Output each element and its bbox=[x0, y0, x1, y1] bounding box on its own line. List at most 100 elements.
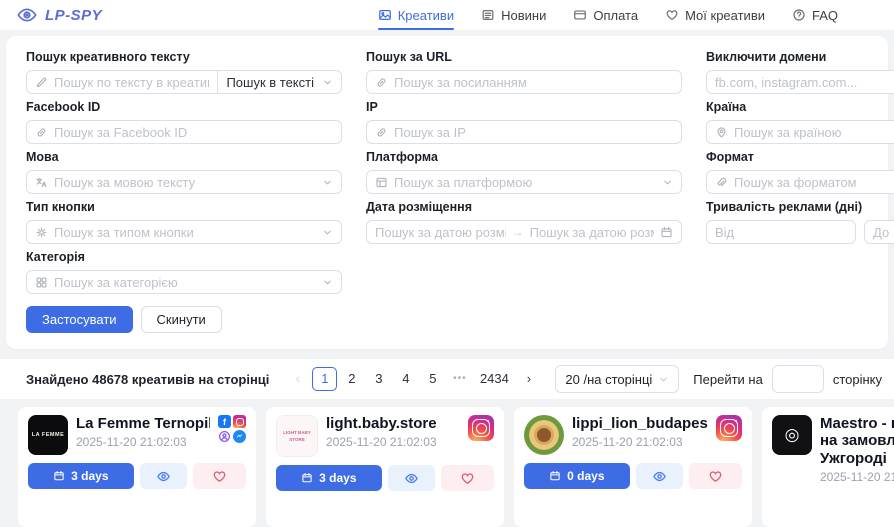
avatar bbox=[524, 415, 564, 455]
apply-button[interactable]: Застосувати bbox=[26, 306, 133, 333]
creative-text-input[interactable] bbox=[54, 75, 209, 90]
creative-card[interactable]: lippi_lion_budapest 2025-11-20 21:02:03 … bbox=[514, 407, 752, 527]
arrow-right-icon: → bbox=[512, 225, 524, 239]
creative-card[interactable]: LIGHT BABY STORE light.baby.store 2025-1… bbox=[266, 407, 504, 527]
goto-page-input[interactable] bbox=[772, 365, 824, 393]
creative-card[interactable]: ◎ Maestro - кухні, меблі на замовлення в… bbox=[762, 407, 894, 527]
field-category: Категорія Пошук за категорією bbox=[26, 250, 342, 294]
field-label: Пошук за URL bbox=[366, 50, 682, 64]
calendar-icon bbox=[549, 470, 561, 482]
views-button[interactable] bbox=[636, 463, 684, 489]
pagination-prev-icon[interactable]: ‹ bbox=[285, 367, 310, 391]
search-mode-value: Пошук в тексті bbox=[226, 75, 314, 90]
pagination-page-3[interactable]: 3 bbox=[366, 367, 391, 391]
duration-from-input[interactable] bbox=[715, 225, 847, 240]
results-count: Знайдено 48678 креативів на сторінці bbox=[26, 372, 269, 387]
field-url: Пошук за URL bbox=[366, 50, 682, 94]
field-button-type: Тип кнопки Пошук за типом кнопки bbox=[26, 200, 342, 244]
page-size-value: 20 /на сторінці bbox=[565, 372, 652, 387]
goto-prefix-label: Перейти на bbox=[693, 372, 763, 387]
favorite-button[interactable] bbox=[441, 465, 494, 491]
pagination-page-2[interactable]: 2 bbox=[339, 367, 364, 391]
pagination-next-icon[interactable]: › bbox=[516, 367, 541, 391]
days-button[interactable]: 3 days bbox=[276, 465, 382, 491]
pagination-page-5[interactable]: 5 bbox=[420, 367, 445, 391]
goto-suffix-label: сторінку bbox=[833, 372, 882, 387]
date-to-input[interactable] bbox=[530, 225, 654, 240]
select-placeholder: Пошук за країною bbox=[734, 125, 894, 140]
nav-label: Мої креативи bbox=[685, 8, 765, 23]
nav-faq[interactable]: FAQ bbox=[792, 0, 838, 30]
field-ip: IP bbox=[366, 100, 682, 144]
field-exclude-domains: Виключити домени bbox=[706, 50, 894, 94]
nav-creatives[interactable]: Креативи bbox=[378, 0, 454, 30]
favorite-button[interactable] bbox=[193, 463, 246, 489]
country-select[interactable]: Пошук за країною bbox=[706, 120, 894, 144]
nav-label: Новини bbox=[501, 8, 546, 23]
page-size-select[interactable]: 20 /на сторінці bbox=[555, 365, 679, 393]
duration-to-input[interactable] bbox=[873, 225, 894, 240]
field-label: Тривалість реклами (дні) bbox=[706, 200, 894, 214]
format-select[interactable]: Пошук за форматом bbox=[706, 170, 894, 194]
card-date: 2025-11-20 21:02:03 bbox=[572, 435, 708, 449]
eye-icon bbox=[156, 469, 171, 484]
select-placeholder: Пошук за типом кнопки bbox=[54, 225, 316, 240]
pagination-last-page[interactable]: 2434 bbox=[474, 367, 514, 391]
views-button[interactable] bbox=[388, 465, 436, 491]
goto-page: Перейти на сторінку bbox=[693, 365, 882, 393]
avatar: LA FEMME bbox=[28, 415, 68, 455]
field-placement-date: Дата розміщення → bbox=[366, 200, 682, 244]
field-platform: Платформа Пошук за платформою bbox=[366, 150, 682, 194]
language-select[interactable]: Пошук за мовою тексту bbox=[26, 170, 342, 194]
nav-my-creatives[interactable]: Мої креативи bbox=[665, 0, 765, 30]
views-button[interactable] bbox=[140, 463, 188, 489]
card-title: Maestro - кухні, меблі на замовлення в У… bbox=[820, 415, 894, 467]
creative-card[interactable]: LA FEMME La Femme Ternopil 2025-11-20 21… bbox=[18, 407, 256, 527]
main-nav: Креативи Новини Оплата Мої креативи FAQ bbox=[378, 0, 838, 30]
nav-label: Оплата bbox=[593, 8, 638, 23]
date-range-picker[interactable]: → bbox=[366, 220, 682, 244]
facebook-id-input[interactable] bbox=[54, 125, 333, 140]
date-from-input[interactable] bbox=[375, 225, 506, 240]
favorite-button[interactable] bbox=[689, 463, 742, 489]
nav-payment[interactable]: Оплата bbox=[573, 0, 638, 30]
category-grid-icon bbox=[35, 276, 48, 289]
facebook-icon bbox=[218, 415, 231, 428]
card-date: 2025-11-20 21:02:03 bbox=[76, 435, 210, 449]
pagination-page-1[interactable]: 1 bbox=[312, 367, 337, 391]
reset-button[interactable]: Скинути bbox=[141, 306, 222, 333]
nav-label: Креативи bbox=[398, 8, 454, 23]
button-type-select[interactable]: Пошук за типом кнопки bbox=[26, 220, 342, 244]
avatar: LIGHT BABY STORE bbox=[276, 415, 318, 457]
exclude-domains-input[interactable] bbox=[715, 75, 894, 90]
field-label: IP bbox=[366, 100, 682, 114]
credit-card-icon bbox=[573, 8, 587, 22]
field-label: Пошук креативного тексту bbox=[26, 50, 342, 64]
field-label: Категорія bbox=[26, 250, 342, 264]
avatar: ◎ bbox=[772, 415, 812, 455]
url-input[interactable] bbox=[394, 75, 673, 90]
eye-logo-icon bbox=[16, 4, 38, 26]
search-mode-select[interactable]: Пошук в тексті bbox=[217, 71, 341, 93]
link-icon bbox=[35, 126, 48, 139]
eye-icon bbox=[404, 471, 419, 486]
platform-select[interactable]: Пошук за платформою bbox=[366, 170, 682, 194]
app-logo[interactable]: LP-SPY bbox=[16, 4, 102, 26]
translate-icon bbox=[35, 176, 48, 189]
select-placeholder: Пошук за форматом bbox=[734, 175, 894, 190]
messenger-icon bbox=[233, 430, 246, 443]
calendar-icon bbox=[53, 470, 65, 482]
pagination-ellipsis[interactable]: ••• bbox=[447, 367, 472, 391]
news-icon bbox=[481, 8, 495, 22]
field-creative-text: Пошук креативного тексту Пошук в тексті bbox=[26, 50, 342, 94]
nav-news[interactable]: Новини bbox=[481, 0, 546, 30]
results-bar: Знайдено 48678 креативів на сторінці ‹ 1… bbox=[0, 359, 894, 399]
category-select[interactable]: Пошук за категорією bbox=[26, 270, 342, 294]
heart-icon bbox=[708, 469, 723, 484]
days-button[interactable]: 3 days bbox=[28, 463, 134, 489]
pagination-page-4[interactable]: 4 bbox=[393, 367, 418, 391]
field-label: Мова bbox=[26, 150, 342, 164]
ip-input[interactable] bbox=[394, 125, 673, 140]
eye-icon bbox=[652, 469, 667, 484]
days-button[interactable]: 0 days bbox=[524, 463, 630, 489]
